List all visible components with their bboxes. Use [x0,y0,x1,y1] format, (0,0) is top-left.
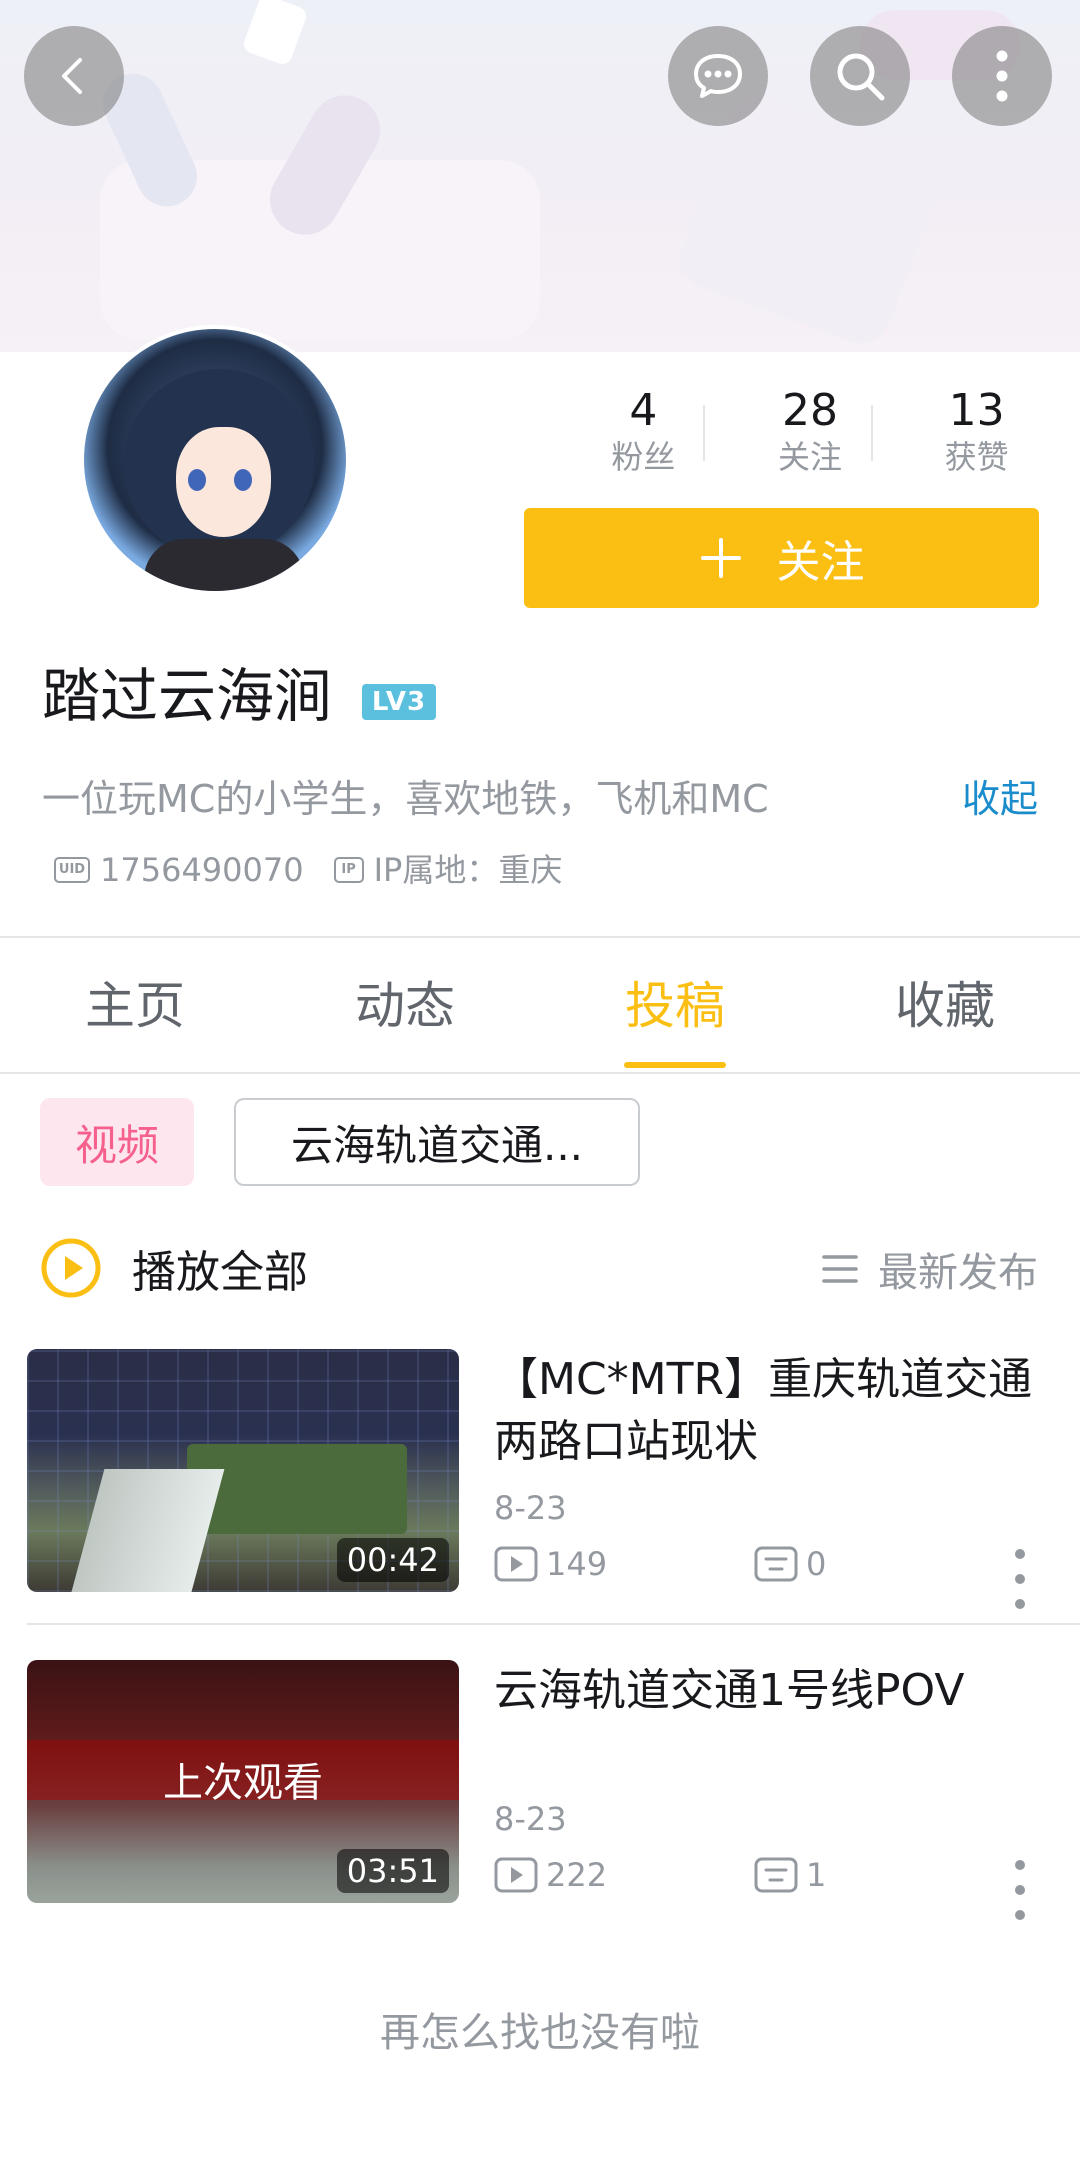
following-label: 关注 [778,438,843,476]
sort-label: 最新发布 [878,1250,1038,1296]
banner-decoration [672,88,948,352]
uid-icon: UID [54,857,90,883]
video-stats: 222 1 [494,1856,826,1894]
stat-divider [871,405,873,461]
bio-text: 一位玩MC的小学生，喜欢地铁，飞机和MC [42,777,769,821]
tab-favorites[interactable]: 收藏 [810,940,1080,1072]
comment-count-icon [754,1546,798,1582]
tab-dynamics[interactable]: 动态 [270,940,540,1072]
comment-count-icon [754,1857,798,1893]
level-badge: LV3 [362,684,436,720]
video-thumbnail[interactable]: 上次观看 03:51 [27,1660,459,1903]
divider [0,936,1080,938]
play-count-icon [494,1857,538,1893]
profile-tabs: 主页 动态 投稿 收藏 [0,940,1080,1072]
more-options-icon[interactable] [1000,1860,1040,1920]
back-button[interactable] [24,26,124,126]
views-stat: 149 [494,1545,754,1583]
play-all-button[interactable]: 播放全部 [40,1236,308,1300]
profile-stats: 4 粉丝 28 关注 13 获赞 [560,385,1060,485]
play-count-icon [494,1546,538,1582]
comments-stat: 0 [754,1545,826,1583]
following-count: 28 [782,385,838,436]
tab-home[interactable]: 主页 [0,940,270,1072]
divider [27,1623,1080,1625]
plus-icon [700,538,741,578]
video-duration: 03:51 [336,1849,449,1893]
followers-label: 粉丝 [611,438,676,476]
views-count: 149 [546,1545,608,1583]
list-icon [822,1255,858,1283]
likes-count: 13 [948,385,1005,436]
video-duration: 00:42 [336,1538,449,1582]
video-item[interactable]: 上次观看 03:51 云海轨道交通1号线POV 8-23 222 1 [0,1660,1080,1960]
video-stats: 149 0 [494,1545,826,1583]
ip-location: IP属地：重庆 [373,851,563,889]
more-options-icon[interactable] [1000,1549,1040,1609]
divider [0,1072,1080,1074]
end-of-list-text: 再怎么找也没有啦 [380,2010,700,2056]
uid-info: UID 1756490070 [54,848,304,892]
likes-label: 获赞 [944,438,1009,476]
views-stat: 222 [494,1856,754,1894]
search-icon [837,53,885,101]
banner-decoration [241,0,309,67]
followers-count: 4 [629,385,658,436]
message-bubble-icon [694,54,742,98]
uid-value: 1756490070 [100,851,304,889]
sort-button[interactable]: 最新发布 [822,1240,1038,1298]
more-vertical-icon [996,50,1008,102]
video-filter-chip[interactable]: 视频 [40,1098,194,1186]
following-stat[interactable]: 28 关注 [727,385,894,485]
collection-filter-chip[interactable]: 云海轨道交通... [234,1098,640,1186]
follow-button[interactable]: 关注 [524,508,1039,608]
likes-stat[interactable]: 13 获赞 [893,385,1060,485]
followers-stat[interactable]: 4 粉丝 [560,385,727,485]
ip-info: IP IP属地：重庆 [333,848,563,892]
play-all-label: 播放全部 [132,1247,308,1298]
ip-icon: IP [333,857,364,883]
follow-button-label: 关注 [776,537,865,588]
back-arrow-icon [62,58,82,94]
comments-stat: 1 [754,1856,826,1894]
stat-divider [703,405,705,461]
video-item[interactable]: 00:42 【MC*MTR】重庆轨道交通两路口站现状 8-23 149 0 [0,1349,1080,1649]
comments-count: 1 [806,1856,827,1894]
avatar[interactable] [80,325,350,595]
play-circle-icon [41,1238,101,1298]
comments-count: 0 [806,1545,827,1583]
video-title[interactable]: 云海轨道交通1号线POV [494,1660,1034,1722]
collapse-link[interactable]: 收起 [962,773,1038,825]
tab-uploads[interactable]: 投稿 [540,940,810,1072]
views-count: 222 [546,1856,608,1894]
search-button[interactable] [810,26,910,126]
video-title[interactable]: 【MC*MTR】重庆轨道交通两路口站现状 [494,1349,1034,1473]
profile-banner [0,0,1080,352]
message-button[interactable] [668,26,768,126]
video-date: 8-23 [494,1800,567,1838]
video-thumbnail[interactable]: 00:42 [27,1349,459,1592]
more-button[interactable] [952,26,1052,126]
username: 踏过云海涧 [42,662,333,730]
last-watched-label: 上次观看 [163,1760,323,1806]
video-date: 8-23 [494,1489,567,1527]
profile-meta: UID 1756490070 IP IP属地：重庆 [54,848,592,892]
